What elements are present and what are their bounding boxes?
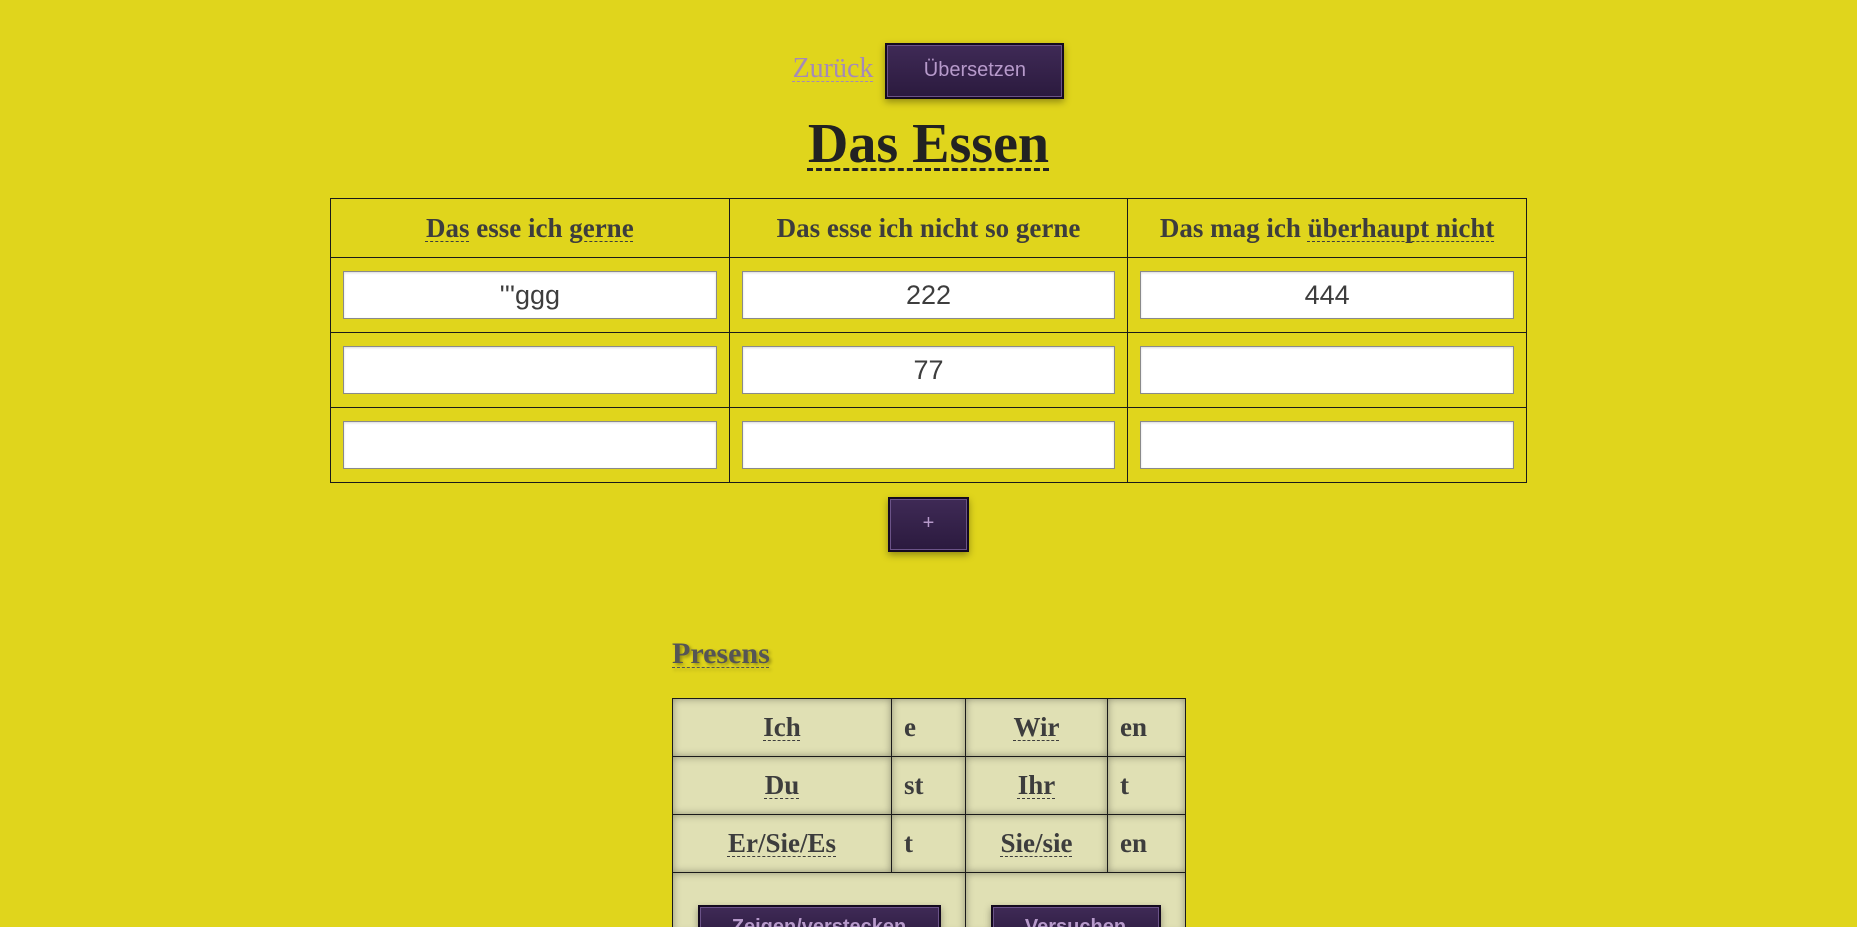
header-dislike-lead: Das mag ich	[1159, 212, 1308, 243]
conjugation-title: Presens	[672, 637, 770, 670]
food-input-r2-c2[interactable]	[741, 346, 1116, 394]
ending-cell: e	[891, 698, 966, 757]
button-cell: Versuchen	[965, 872, 1186, 927]
ending-cell: en	[1107, 814, 1186, 873]
conjugation-table: Ich e Wir en Du st Ihr t Er/Sie/Es t Sie…	[672, 698, 1186, 927]
ending-cell: st	[891, 756, 966, 815]
table-cell	[330, 407, 730, 483]
table-cell	[1127, 407, 1527, 483]
food-input-r1-c1[interactable]	[343, 271, 717, 319]
pronoun: Ich	[763, 712, 801, 742]
food-input-r3-c2[interactable]	[741, 421, 1116, 469]
show-hide-button[interactable]: Zeigen/verstecken	[697, 905, 941, 927]
table-row: Du st Ihr t	[672, 756, 1186, 815]
table-row	[330, 332, 1527, 408]
back-link[interactable]: Zurück	[793, 53, 874, 85]
pronoun: Sie/sie	[1000, 828, 1073, 858]
table-cell	[330, 332, 730, 408]
pronoun: Wir	[1013, 712, 1060, 742]
table-row	[330, 407, 1527, 483]
header-not-so-much-text: Das esse ich nicht so gerne	[776, 212, 1081, 243]
top-nav: Zurück Übersetzen	[0, 43, 1857, 99]
table-cell	[1127, 257, 1527, 333]
page-title: Das Essen	[0, 112, 1857, 176]
header-not-so-much: Das esse ich nicht so gerne	[728, 198, 1129, 258]
pronoun-cell: Er/Sie/Es	[672, 814, 892, 873]
header-like: Das esse ich gerne	[330, 198, 730, 258]
page: Zurück Übersetzen Das Essen Das esse ich…	[0, 0, 1857, 927]
header-like-word-das: Das	[425, 212, 470, 243]
table-row: Ich e Wir en	[672, 698, 1186, 757]
pronoun: Du	[764, 770, 800, 800]
food-input-r1-c3[interactable]	[1140, 271, 1514, 319]
pronoun: Er/Sie/Es	[727, 828, 836, 858]
pronoun-cell: Sie/sie	[965, 814, 1108, 873]
header-dislike: Das mag ich überhaupt nicht	[1127, 198, 1527, 258]
table-cell	[728, 332, 1129, 408]
header-like-word-gerne: gerne	[569, 212, 634, 243]
pronoun-cell: Du	[672, 756, 892, 815]
table-cell	[1127, 332, 1527, 408]
food-input-r1-c2[interactable]	[741, 271, 1116, 319]
pronoun-cell: Ich	[672, 698, 892, 757]
ending-cell: t	[1107, 756, 1186, 815]
table-cell	[728, 407, 1129, 483]
button-cell: Zeigen/verstecken	[672, 872, 966, 927]
food-input-r2-c3[interactable]	[1140, 346, 1514, 394]
pronoun: Ihr	[1017, 770, 1056, 800]
ending-cell: t	[891, 814, 966, 873]
try-button[interactable]: Versuchen	[990, 905, 1161, 927]
food-input-r3-c1[interactable]	[343, 421, 717, 469]
table-row: Er/Sie/Es t Sie/sie en	[672, 814, 1186, 873]
page-title-text: Das Essen	[807, 113, 1050, 175]
table-cell	[728, 257, 1129, 333]
ending-cell: en	[1107, 698, 1186, 757]
add-row-button[interactable]: +	[888, 497, 969, 552]
pronoun-cell: Wir	[965, 698, 1108, 757]
table-cell	[330, 257, 730, 333]
food-input-r2-c1[interactable]	[343, 346, 717, 394]
food-input-r3-c3[interactable]	[1140, 421, 1514, 469]
translate-button[interactable]: Übersetzen	[885, 43, 1065, 99]
food-preference-table: Das esse ich gerne Das esse ich nicht so…	[330, 198, 1527, 483]
header-like-middle: esse ich	[469, 212, 570, 243]
pronoun-cell: Ihr	[965, 756, 1108, 815]
table-header-row: Das esse ich gerne Das esse ich nicht so…	[330, 198, 1527, 258]
table-row	[330, 257, 1527, 333]
header-dislike-word: überhaupt nicht	[1307, 212, 1495, 243]
table-row: Zeigen/verstecken Versuchen	[672, 872, 1186, 927]
